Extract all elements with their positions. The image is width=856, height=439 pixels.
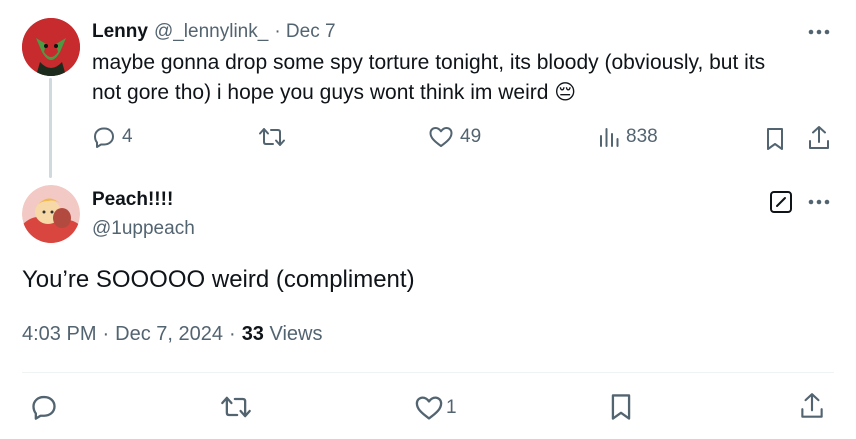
reply-more-icon[interactable] (806, 194, 832, 210)
parent-author-handle[interactable]: @_lennylink_ (154, 21, 268, 43)
retweet-icon (258, 125, 286, 149)
more-icon[interactable] (806, 24, 832, 40)
parent-share-icon[interactable] (806, 124, 832, 152)
parent-header: Lenny @_lennylink_ · Dec 7 (92, 19, 336, 45)
meta-separator: · (102, 323, 110, 345)
parent-views-action[interactable]: 838 (598, 125, 658, 149)
parent-reply-action[interactable]: 4 (92, 125, 133, 149)
parent-date[interactable]: · Dec 7 (274, 21, 335, 43)
parent-reply-count: 4 (122, 126, 133, 147)
edit-icon[interactable] (768, 189, 794, 215)
avatar-peach[interactable] (22, 185, 80, 243)
parent-like-action[interactable]: 49 (428, 125, 481, 149)
avatar-lenny[interactable] (22, 18, 80, 76)
avatar-peach-art (22, 185, 80, 243)
reply-date[interactable]: Dec 7, 2024 (115, 320, 223, 348)
avatar-lenny-art (22, 18, 80, 76)
reply-author-name[interactable]: Peach!!!! (92, 187, 173, 213)
reply-share-icon[interactable] (798, 391, 826, 421)
divider (22, 372, 834, 373)
parent-bookmark-icon[interactable] (764, 126, 786, 152)
meta-separator: · (229, 323, 236, 345)
reply-meta: 4:03 PM · Dec 7, 2024 · 33 Views (22, 320, 323, 348)
parent-like-count: 49 (460, 126, 482, 147)
reply-views[interactable]: 33 Views (242, 320, 323, 348)
reply-bookmark-icon[interactable] (608, 392, 634, 422)
reply-views-label: Views (269, 323, 323, 345)
reply-like-action[interactable]: 1 (414, 394, 457, 422)
reply-tweet-text: You’re SOOOOO weird (compliment) (22, 266, 415, 293)
parent-tweet-text: maybe gonna drop some spy torture tonigh… (92, 48, 832, 108)
reply-like-count: 1 (446, 397, 457, 418)
parent-author-name[interactable]: Lenny (92, 21, 148, 43)
pensive-emoji: 😔 (554, 81, 577, 104)
reply-icon (92, 125, 116, 149)
reply-author-handle[interactable]: @1uppeach (92, 216, 195, 242)
reply-time[interactable]: 4:03 PM (22, 320, 96, 348)
views-icon (598, 125, 620, 149)
thread-line (49, 78, 52, 178)
parent-views-count: 838 (626, 126, 658, 147)
parent-retweet-action[interactable] (258, 125, 286, 149)
reply-views-count: 33 (241, 323, 264, 345)
like-icon (428, 125, 454, 149)
reply-retweet-icon[interactable] (220, 393, 252, 421)
parent-text-line-1: maybe gonna drop some spy torture tonigh… (92, 51, 766, 74)
reply-like-icon (414, 394, 444, 422)
reply-reply-icon[interactable] (30, 393, 58, 421)
parent-text-line-2-text: not gore tho) i hope you guys wont think… (92, 81, 549, 104)
parent-text-line-2: not gore tho) i hope you guys wont think… (92, 78, 832, 108)
